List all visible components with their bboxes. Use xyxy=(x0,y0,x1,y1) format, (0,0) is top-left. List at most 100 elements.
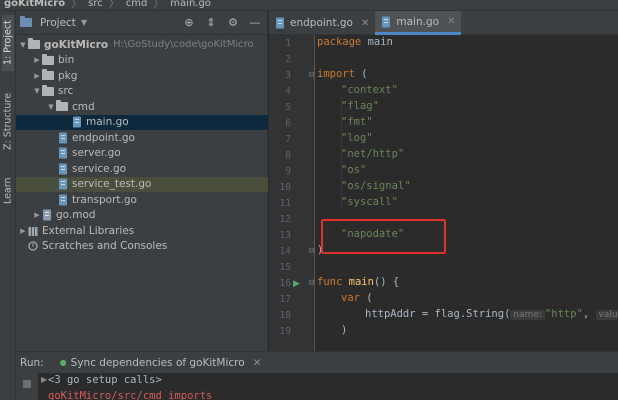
tree-item-root[interactable]: ▼ goKitMicro H:\GoStudy\code\goKitMicro xyxy=(16,37,268,53)
tree-item-pkg[interactable]: ▶ pkg xyxy=(16,68,268,84)
collapsed-arrow-icon[interactable]: ▶ xyxy=(32,56,42,64)
tree-item-label: service.go xyxy=(72,162,127,175)
structure-tool-tab[interactable]: Z: Structure xyxy=(2,91,14,153)
go-file-icon xyxy=(72,116,82,128)
tree-item-service-test-go[interactable]: service_test.go xyxy=(16,176,268,192)
breadcrumb-separator: 〉 xyxy=(71,0,83,10)
keyword: func xyxy=(317,276,343,288)
go-file-icon xyxy=(58,194,68,206)
line-number: 8 xyxy=(285,150,291,161)
tab-endpoint-go[interactable]: endpoint.go ✕ xyxy=(269,11,375,35)
collapse-all-icon[interactable]: ⇕ xyxy=(205,17,217,28)
tree-item-label: External Libraries xyxy=(42,224,135,237)
keyword: import xyxy=(317,68,355,80)
tree-item-scratches[interactable]: Scratches and Consoles xyxy=(16,239,268,255)
go-file-icon xyxy=(58,147,68,159)
line-number: 14 xyxy=(279,246,291,257)
tree-item-endpoint-go[interactable]: endpoint.go xyxy=(16,130,268,146)
sync-icon: ● xyxy=(59,358,67,367)
folder-icon xyxy=(42,69,54,81)
run-gutter-icon[interactable]: ▶ xyxy=(293,279,300,289)
expanded-arrow-icon[interactable]: ▼ xyxy=(32,87,42,95)
code-line: "os" xyxy=(341,164,367,176)
breadcrumb-separator: 〉 xyxy=(108,0,120,10)
left-tool-strip: 1: Project Z: Structure Learn xyxy=(0,11,16,400)
go-file-icon xyxy=(58,163,68,175)
editor-gutter: 1 2 3 4 5 6 7 8 9 10 11 12 13 14 15 16 1… xyxy=(269,35,315,351)
tab-main-go[interactable]: main.go ✕ xyxy=(375,11,462,35)
code-line: "context" xyxy=(341,84,398,96)
line-number: 19 xyxy=(279,326,291,337)
tree-item-server-go[interactable]: server.go xyxy=(16,146,268,162)
folder-icon xyxy=(42,84,54,96)
console-output[interactable]: ▶ <3 go setup calls> goKitMicro/src/cmd … xyxy=(16,373,618,400)
project-panel: Project ▼ ⊕ ⇕ ⚙ — ▼ goKitMicro H:\GoStud… xyxy=(16,11,268,351)
tree-item-src[interactable]: ▼ src xyxy=(16,84,268,100)
fold-icon[interactable]: ⊟ xyxy=(309,246,314,256)
breadcrumb-project[interactable]: goKitMicro xyxy=(0,0,65,9)
line-number: 1 xyxy=(285,38,291,49)
code-line: var ( xyxy=(341,292,373,304)
run-tab-sync[interactable]: ● Sync dependencies of goKitMicro ✕ xyxy=(60,357,262,369)
locate-icon[interactable]: ⊕ xyxy=(183,17,195,28)
hide-icon[interactable]: — xyxy=(249,17,261,28)
tree-item-label: endpoint.go xyxy=(72,131,135,144)
project-panel-title[interactable]: Project xyxy=(40,17,76,29)
tab-label: main.go xyxy=(396,15,440,28)
tree-item-label: server.go xyxy=(72,147,121,160)
parameter-hint: name: xyxy=(510,310,545,320)
collapsed-arrow-icon[interactable]: ▶ xyxy=(32,211,42,219)
fold-icon[interactable]: ⊟ xyxy=(309,70,314,80)
project-panel-header: Project ▼ ⊕ ⇕ ⚙ — xyxy=(16,11,267,35)
tree-item-label: src xyxy=(58,85,74,98)
line-number: 2 xyxy=(285,54,291,65)
learn-tool-tab[interactable]: Learn xyxy=(2,171,14,211)
code-line: package main xyxy=(317,36,393,48)
tree-item-external-libraries[interactable]: ▶ External Libraries xyxy=(16,223,268,239)
code-line: httpAddr = flag.String(name: "http", valu xyxy=(365,308,618,320)
code-line: "net/http" xyxy=(341,148,405,160)
code-line: import ( xyxy=(317,68,368,80)
breadcrumb-cmd[interactable]: cmd xyxy=(126,0,148,9)
line-number: 15 xyxy=(279,262,291,273)
project-tool-tab[interactable]: 1: Project xyxy=(2,15,14,71)
go-file-icon xyxy=(275,17,285,29)
expanded-arrow-icon[interactable]: ▼ xyxy=(46,103,56,111)
breadcrumb-src[interactable]: src xyxy=(88,0,103,9)
line-number: 6 xyxy=(285,118,291,129)
tree-item-main-go[interactable]: main.go xyxy=(16,114,268,130)
tree-item-cmd[interactable]: ▼ cmd xyxy=(16,99,268,115)
highlight-annotation-box xyxy=(321,219,446,254)
tree-item-service-go[interactable]: service.go xyxy=(16,161,268,177)
code-editor[interactable]: 1 2 3 4 5 6 7 8 9 10 11 12 13 14 15 16 1… xyxy=(269,35,618,351)
console-toolbar xyxy=(16,373,38,400)
expanded-arrow-icon[interactable]: ▼ xyxy=(18,41,28,49)
line-number: 10 xyxy=(279,182,291,193)
tree-item-bin[interactable]: ▶ bin xyxy=(16,53,268,69)
console-error-line: goKitMicro/src/cmd imports xyxy=(48,390,213,400)
breadcrumb-file[interactable]: main.go xyxy=(170,0,211,9)
stop-icon[interactable] xyxy=(23,380,31,388)
string-literal: "http" xyxy=(544,308,583,320)
close-icon[interactable]: ✕ xyxy=(361,18,369,29)
line-number: 12 xyxy=(279,214,291,225)
close-icon[interactable]: ✕ xyxy=(447,16,455,27)
punctuation: , xyxy=(582,308,590,320)
collapsed-arrow-icon[interactable]: ▶ xyxy=(32,72,42,80)
tree-item-transport-go[interactable]: transport.go xyxy=(16,192,268,208)
tree-item-label: Scratches and Consoles xyxy=(42,240,168,253)
fold-icon[interactable]: ⊟ xyxy=(309,278,314,288)
tree-item-go-mod[interactable]: ▶ go.mod xyxy=(16,208,268,224)
libraries-icon xyxy=(28,225,38,237)
keyword: var xyxy=(341,292,360,304)
punctuation: () { xyxy=(373,276,400,288)
run-label: Run: xyxy=(20,356,44,369)
run-tab-label: Sync dependencies of goKitMicro xyxy=(70,356,245,369)
tree-item-label: bin xyxy=(58,54,75,67)
chevron-down-icon[interactable]: ▼ xyxy=(81,18,87,27)
collapsed-arrow-icon[interactable]: ▶ xyxy=(18,227,28,235)
gear-icon[interactable]: ⚙ xyxy=(227,17,239,28)
expand-icon[interactable]: ▶ xyxy=(41,375,47,384)
scratches-icon xyxy=(28,240,38,252)
close-icon[interactable]: ✕ xyxy=(253,357,262,369)
